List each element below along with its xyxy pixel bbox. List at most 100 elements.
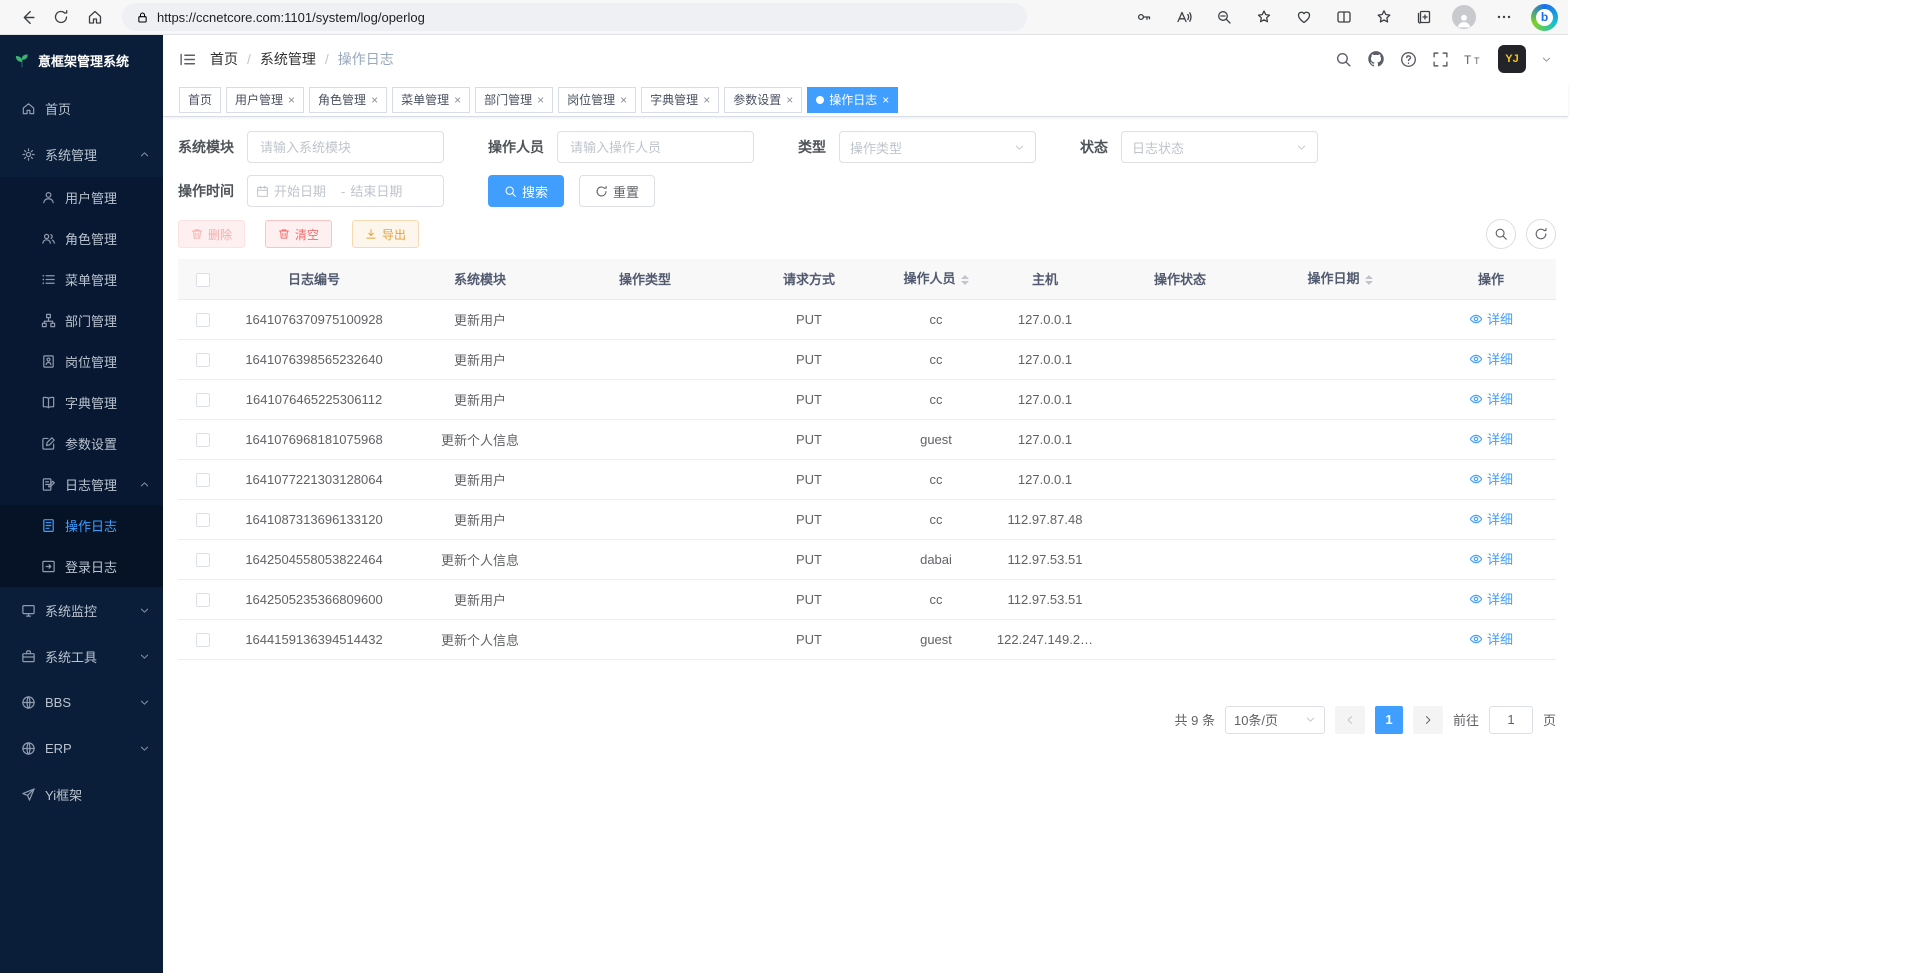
tab-department-management[interactable]: 部门管理×: [475, 87, 553, 113]
fullscreen-button[interactable]: [1432, 51, 1449, 68]
page-size-select[interactable]: 10条/页: [1225, 706, 1325, 734]
tab-close-icon[interactable]: ×: [454, 94, 461, 106]
detail-link[interactable]: 详细: [1469, 349, 1513, 368]
tab-menu-management[interactable]: 菜单管理×: [392, 87, 470, 113]
column-date[interactable]: 操作日期: [1254, 259, 1426, 299]
sidebar-item-user-management[interactable]: 用户管理: [0, 177, 163, 218]
browser-more-button[interactable]: [1487, 3, 1521, 31]
sidebar-item-system-monitoring[interactable]: 系统监控: [0, 587, 163, 633]
sort-icons[interactable]: [961, 271, 969, 289]
row-checkbox[interactable]: [196, 513, 210, 527]
sidebar-item-system-tools[interactable]: 系统工具: [0, 633, 163, 679]
sidebar-item-department-management[interactable]: 部门管理: [0, 300, 163, 341]
clear-button[interactable]: 清空: [265, 220, 332, 248]
reset-button[interactable]: 重置: [579, 175, 655, 207]
detail-link[interactable]: 详细: [1469, 309, 1513, 328]
user-menu[interactable]: YJ: [1498, 45, 1526, 73]
detail-link[interactable]: 详细: [1469, 589, 1513, 608]
password-key-button[interactable]: [1127, 3, 1161, 31]
read-aloud-button[interactable]: [1167, 3, 1201, 31]
row-checkbox[interactable]: [196, 313, 210, 327]
select-all-checkbox[interactable]: [196, 273, 210, 287]
export-button[interactable]: 导出: [352, 220, 419, 248]
user-menu-caret[interactable]: [1541, 54, 1552, 65]
tab-user-management[interactable]: 用户管理×: [226, 87, 304, 113]
sidebar-item-post-management[interactable]: 岗位管理: [0, 341, 163, 382]
browser-essentials-button[interactable]: [1287, 3, 1321, 31]
tab-close-icon[interactable]: ×: [882, 94, 889, 106]
prev-page-button[interactable]: [1335, 706, 1365, 734]
sidebar-item-home[interactable]: 首页: [0, 85, 163, 131]
help-button[interactable]: [1400, 51, 1417, 68]
sidebar-item-system-management[interactable]: 系统管理: [0, 131, 163, 177]
detail-link[interactable]: 详细: [1469, 389, 1513, 408]
column-operator[interactable]: 操作人员: [888, 259, 984, 299]
tab-close-icon[interactable]: ×: [620, 94, 627, 106]
row-checkbox[interactable]: [196, 553, 210, 567]
sidebar-item-bbs[interactable]: BBS: [0, 679, 163, 725]
next-page-button[interactable]: [1413, 706, 1443, 734]
breadcrumb-system[interactable]: 系统管理: [260, 49, 316, 69]
browser-home-button[interactable]: [78, 3, 112, 31]
module-input[interactable]: [247, 131, 444, 163]
row-checkbox[interactable]: [196, 473, 210, 487]
operator-input[interactable]: [557, 131, 754, 163]
page-number-1[interactable]: 1: [1375, 706, 1403, 734]
row-checkbox[interactable]: [196, 593, 210, 607]
tab-close-icon[interactable]: ×: [371, 94, 378, 106]
bing-copilot-button[interactable]: b: [1531, 4, 1558, 31]
toggle-search-button[interactable]: [1486, 219, 1516, 249]
browser-refresh-button[interactable]: [44, 3, 78, 31]
end-date-input[interactable]: [350, 184, 412, 199]
sidebar-toggle-button[interactable]: [179, 51, 196, 68]
sort-icons[interactable]: [1365, 271, 1373, 289]
font-size-button[interactable]: TT: [1464, 51, 1483, 68]
favorites-button[interactable]: [1367, 3, 1401, 31]
row-checkbox[interactable]: [196, 633, 210, 647]
sidebar-item-menu-management[interactable]: 菜单管理: [0, 259, 163, 300]
sidebar-item-dictionary-management[interactable]: 字典管理: [0, 382, 163, 423]
browser-address-bar[interactable]: https://ccnetcore.com:1101/system/log/op…: [122, 3, 1027, 31]
sidebar-item-parameter-settings[interactable]: 参数设置: [0, 423, 163, 464]
tab-post-management[interactable]: 岗位管理×: [558, 87, 636, 113]
add-favorite-button[interactable]: [1247, 3, 1281, 31]
browser-back-button[interactable]: [10, 3, 44, 31]
tab-close-icon[interactable]: ×: [786, 94, 793, 106]
row-checkbox[interactable]: [196, 433, 210, 447]
tab-parameter-settings[interactable]: 参数设置×: [724, 87, 802, 113]
header-search-button[interactable]: [1335, 51, 1352, 68]
detail-link[interactable]: 详细: [1469, 429, 1513, 448]
detail-link[interactable]: 详细: [1469, 509, 1513, 528]
detail-link[interactable]: 详细: [1469, 469, 1513, 488]
type-select[interactable]: 操作类型: [839, 131, 1036, 163]
tab-close-icon[interactable]: ×: [703, 94, 710, 106]
sidebar-item-erp[interactable]: ERP: [0, 725, 163, 771]
tab-dictionary-management[interactable]: 字典管理×: [641, 87, 719, 113]
search-button[interactable]: 搜索: [488, 175, 564, 207]
zoom-out-button[interactable]: [1207, 3, 1241, 31]
breadcrumb-home[interactable]: 首页: [210, 49, 238, 69]
tab-home[interactable]: 首页: [179, 87, 221, 113]
tab-close-icon[interactable]: ×: [537, 94, 544, 106]
sidebar-item-role-management[interactable]: 角色管理: [0, 218, 163, 259]
sidebar-item-login-log[interactable]: 登录日志: [0, 546, 163, 587]
delete-button[interactable]: 删除: [178, 220, 245, 248]
start-date-input[interactable]: [274, 184, 336, 199]
split-screen-button[interactable]: [1327, 3, 1361, 31]
row-checkbox[interactable]: [196, 393, 210, 407]
tab-operation-log[interactable]: 操作日志×: [807, 87, 898, 113]
status-select[interactable]: 日志状态: [1121, 131, 1318, 163]
refresh-table-button[interactable]: [1526, 219, 1556, 249]
sidebar-item-yi-framework[interactable]: Yi框架: [0, 771, 163, 817]
tab-role-management[interactable]: 角色管理×: [309, 87, 387, 113]
sidebar-item-operation-log[interactable]: 操作日志: [0, 505, 163, 546]
sidebar-item-log-management[interactable]: 日志管理: [0, 464, 163, 505]
browser-profile-button[interactable]: [1447, 3, 1481, 31]
detail-link[interactable]: 详细: [1469, 629, 1513, 648]
collections-button[interactable]: [1407, 3, 1441, 31]
date-range-picker[interactable]: -: [247, 175, 444, 207]
github-button[interactable]: [1367, 50, 1385, 68]
goto-page-input[interactable]: [1489, 706, 1533, 734]
row-checkbox[interactable]: [196, 353, 210, 367]
tab-close-icon[interactable]: ×: [288, 94, 295, 106]
